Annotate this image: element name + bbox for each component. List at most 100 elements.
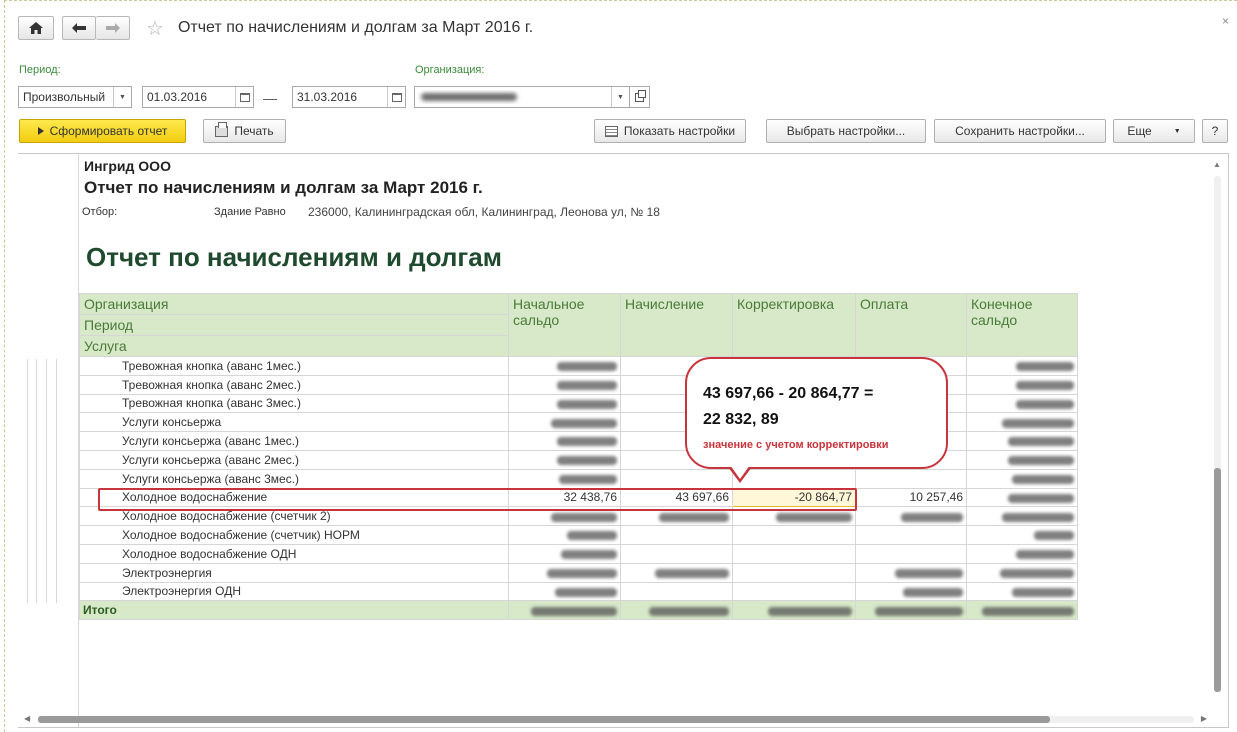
cell-accrual — [620, 468, 733, 489]
header-payment: Оплата — [855, 293, 967, 357]
date-from-field[interactable]: 01.03.2016 — [142, 86, 254, 108]
cell-opening-redacted — [508, 562, 621, 583]
cell-adjustment — [732, 562, 856, 583]
cell-payment-redacted — [855, 506, 967, 527]
callout-bubble: 43 697,66 - 20 864,77 = 22 832, 89 значе… — [685, 357, 948, 469]
help-button[interactable]: ? — [1202, 119, 1228, 143]
arrow-left-icon — [72, 23, 86, 33]
organization-label: Организация: — [415, 64, 485, 76]
grouping-line — [27, 359, 28, 603]
generate-report-button[interactable]: Сформировать отчет — [19, 119, 186, 143]
cell-closing-redacted — [966, 374, 1078, 395]
header-period: Период — [79, 314, 509, 336]
cell-closing-redacted — [966, 581, 1078, 602]
date-to-value: 31.03.2016 — [297, 90, 358, 104]
favorite-star-icon[interactable]: ☆ — [146, 16, 164, 41]
horizontal-scroll-thumb[interactable] — [38, 716, 1050, 723]
callout-result: 22 832, 89 — [703, 411, 779, 428]
calendar-icon[interactable] — [235, 87, 253, 107]
cell-payment: 10 257,46 — [855, 487, 967, 508]
cell-closing-redacted — [966, 393, 1078, 414]
cell-payment — [855, 543, 967, 564]
more-button[interactable]: Еще ▼ — [1113, 119, 1195, 143]
scroll-left-icon[interactable]: ◀ — [24, 714, 30, 723]
arrow-right-icon — [105, 23, 120, 33]
callout-note: значение с учетом корректировки — [703, 439, 889, 451]
report-title: Отчет по начислениям и долгам за Март 20… — [84, 178, 483, 197]
report-company: Ингрид ООО — [84, 158, 171, 174]
callout-formula: 43 697,66 - 20 864,77 = — [703, 385, 874, 402]
back-button[interactable] — [62, 16, 96, 40]
chevron-down-icon[interactable]: ▼ — [611, 87, 629, 107]
chevron-down-icon[interactable]: ▼ — [113, 87, 131, 107]
save-settings-label: Сохранить настройки... — [955, 124, 1085, 138]
play-icon — [37, 127, 44, 135]
scroll-up-icon[interactable]: ▲ — [1212, 160, 1222, 169]
table-row[interactable]: Услуги консьержа (аванс 3мес.) — [79, 468, 1078, 489]
horizontal-scrollbar[interactable]: ◀ ▶ — [22, 714, 1207, 724]
service-name: Услуги консьержа (аванс 2мес.) — [79, 449, 509, 470]
cell-opening-redacted — [508, 468, 621, 489]
print-label: Печать — [234, 124, 274, 138]
cell-opening-redacted — [508, 543, 621, 564]
service-name: Услуги консьержа (аванс 3мес.) — [79, 468, 509, 489]
cell-opening-redacted — [508, 525, 621, 545]
cell-payment — [855, 525, 967, 545]
service-name: Холодное водоснабжение (счетчик) НОРМ — [79, 525, 509, 545]
service-name: Тревожная кнопка (аванс 2мес.) — [79, 374, 509, 395]
forward-button[interactable] — [96, 16, 130, 40]
service-name: Услуги консьержа (аванс 1мес.) — [79, 431, 509, 451]
vertical-scroll-thumb[interactable] — [1214, 468, 1221, 692]
cell-accrual — [620, 581, 733, 602]
period-type-select[interactable]: Произвольный ▼ — [18, 86, 132, 108]
total-payment-redacted — [855, 600, 967, 621]
cell-closing-redacted — [966, 449, 1078, 470]
cell-closing-redacted — [966, 468, 1078, 489]
cell-opening-redacted — [508, 412, 621, 433]
grouping-line — [56, 359, 57, 603]
print-button[interactable]: Печать — [203, 119, 286, 143]
total-accrual-redacted — [620, 600, 733, 621]
cell-opening-redacted — [508, 581, 621, 602]
date-to-field[interactable]: 31.03.2016 — [292, 86, 406, 108]
date-separator: — — [263, 90, 277, 106]
date-from-value: 01.03.2016 — [147, 90, 208, 104]
cell-accrual — [620, 525, 733, 545]
open-organization-button[interactable] — [630, 86, 650, 108]
more-label: Еще — [1127, 124, 1152, 138]
chevron-down-icon: ▼ — [1173, 127, 1181, 135]
organization-select[interactable]: ▼ — [414, 86, 630, 108]
total-opening-redacted — [508, 600, 621, 621]
cell-adjustment — [732, 525, 856, 545]
cell-closing-redacted — [966, 487, 1078, 508]
home-icon — [29, 22, 43, 34]
service-name: Холодное водоснабжение ОДН — [79, 543, 509, 564]
table-row[interactable]: Электроэнергия — [79, 562, 1078, 583]
show-settings-button[interactable]: Показать настройки — [594, 119, 746, 143]
cell-opening-redacted — [508, 431, 621, 451]
close-icon[interactable]: × — [1222, 14, 1229, 28]
service-name: Электроэнергия ОДН — [79, 581, 509, 602]
show-settings-label: Показать настройки — [623, 124, 736, 138]
save-settings-button[interactable]: Сохранить настройки... — [934, 119, 1106, 143]
selection-value: 236000, Калининградская обл, Калининград… — [308, 205, 660, 219]
home-button[interactable] — [18, 16, 54, 40]
table-row[interactable]: Холодное водоснабжение (счетчик) НОРМ — [79, 525, 1078, 545]
cell-closing-redacted — [966, 543, 1078, 564]
table-row[interactable]: Холодное водоснабжение ОДН — [79, 543, 1078, 564]
header-service: Услуга — [79, 335, 509, 357]
grouping-line — [46, 359, 47, 603]
scroll-right-icon[interactable]: ▶ — [1201, 714, 1207, 723]
header-adjustment: Корректировка — [732, 293, 856, 357]
cell-accrual — [620, 543, 733, 564]
service-name: Услуги консьержа — [79, 412, 509, 433]
choose-settings-button[interactable]: Выбрать настройки... — [766, 119, 926, 143]
total-row[interactable]: Итого — [79, 600, 1078, 621]
report-area[interactable]: Ингрид ООО Отчет по начислениям и долгам… — [18, 153, 1229, 728]
cell-opening-redacted — [508, 374, 621, 395]
vertical-scrollbar[interactable]: ▲ — [1212, 160, 1222, 706]
cell-closing-redacted — [966, 562, 1078, 583]
cell-adjustment — [732, 581, 856, 602]
table-row[interactable]: Электроэнергия ОДН — [79, 581, 1078, 602]
calendar-icon[interactable] — [387, 87, 405, 107]
